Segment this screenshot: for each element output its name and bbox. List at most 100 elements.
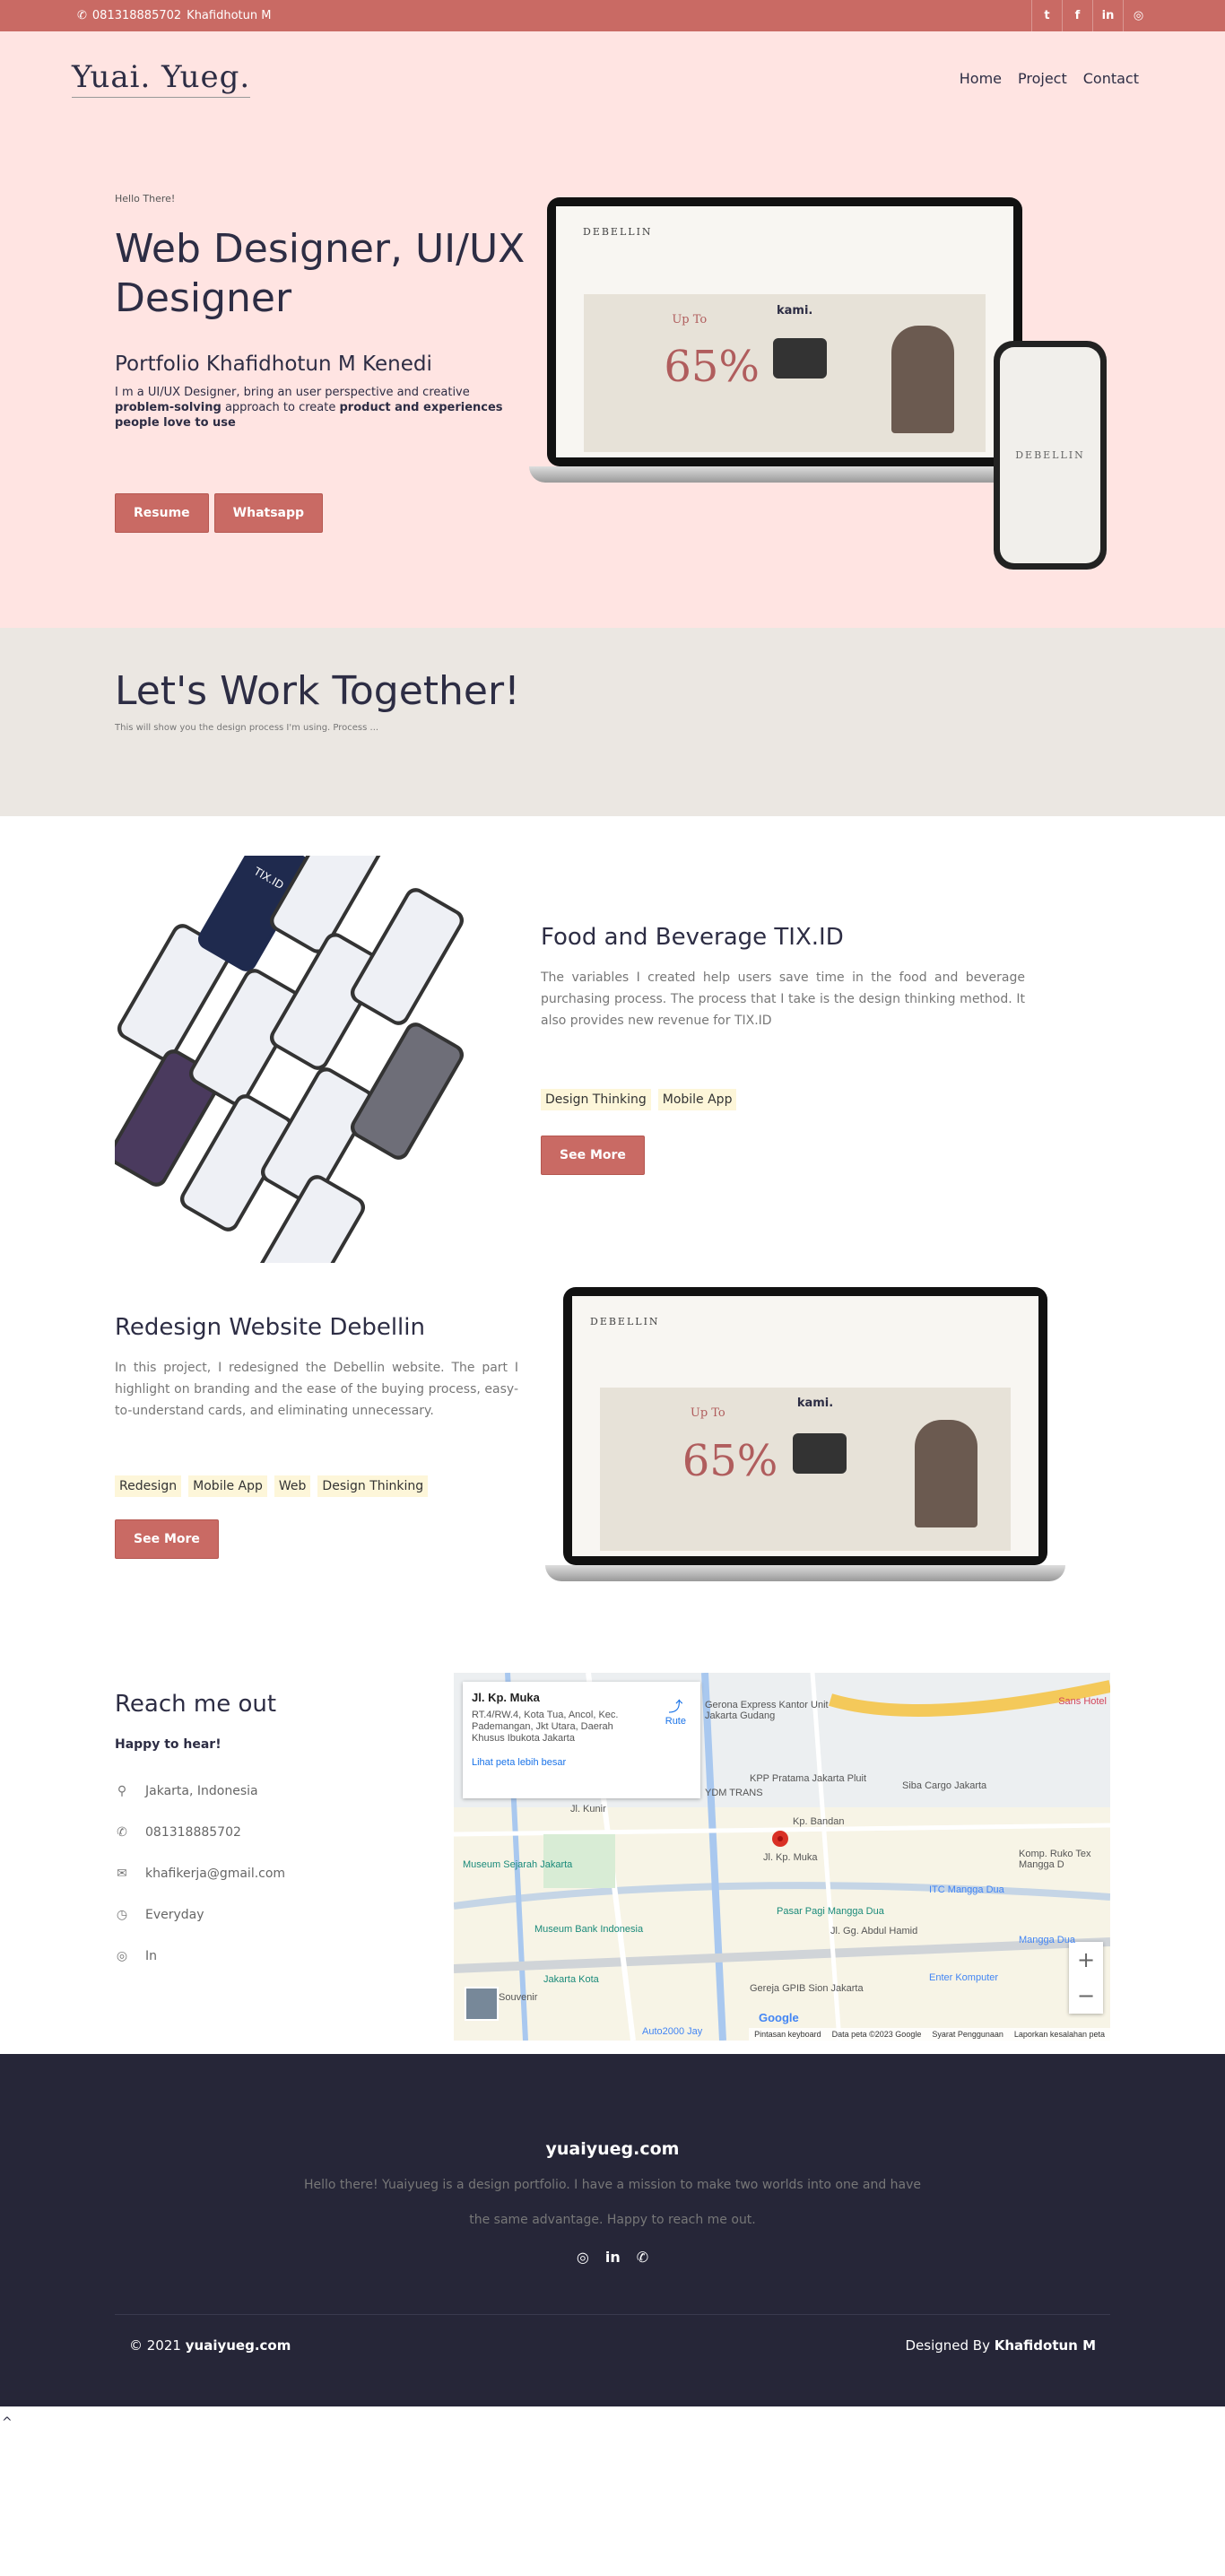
designed-prefix: Designed By (905, 2337, 990, 2354)
resume-button[interactable]: Resume (115, 493, 209, 533)
contact-text: khafikerja@gmail.com (145, 1867, 286, 1881)
map-label: Gerona Express Kantor Unit Jakarta Gudan… (705, 1700, 829, 1721)
contact-text: 081318885702 (145, 1825, 241, 1840)
hero-intro: Hello There! Web Designer, UI/UX Designe… (115, 193, 527, 533)
instagram-icon[interactable]: ◎ (577, 2249, 589, 2266)
see-more-button[interactable]: See More (115, 1519, 219, 1559)
pot-image (793, 1432, 847, 1474)
map-label: KPP Pratama Jakarta Pluit (750, 1773, 867, 1784)
whatsapp-icon[interactable]: ✆ (637, 2249, 648, 2266)
project-tix: TIX.ID Food and Beverage TIX.ID The vari… (0, 816, 1225, 1287)
hero-laptop-image: DEBELLIN Up To 65% kami. (529, 197, 1040, 483)
project-debellin: Redesign Website Debellin In this projec… (0, 1287, 1225, 1673)
map-label: Kp. Bandan (793, 1816, 845, 1827)
people-image (915, 1420, 978, 1528)
work-together-section: Let's Work Together! This will show you … (0, 628, 1225, 816)
contact-hours: ◷ Everyday (115, 1908, 384, 1922)
map-label: Museum Bank Indonesia (534, 1924, 644, 1935)
map-label: Jl. Gg. Abdul Hamid (830, 1926, 918, 1936)
page-bottom: ^ (0, 2406, 1225, 2444)
map-label: Souvenir (499, 1992, 538, 2003)
map-labels: Sans Hotel Gerona Express Kantor Unit Ja… (454, 1673, 1110, 2041)
mock-banner: Up To 65% kami. (600, 1387, 1011, 1552)
top-contact: ✆ 081318885702 Khafidhotun M (72, 9, 277, 22)
mock-brand: DEBELLIN (583, 226, 653, 238)
hero-phone-image: DEBELLIN (994, 341, 1107, 570)
contact-location: ⚲ Jakarta, Indonesia (115, 1784, 384, 1798)
nav-project[interactable]: Project (1018, 70, 1067, 87)
together-title: Let's Work Together! (115, 668, 520, 714)
hero-intro-text: I m a UI/UX Designer, bring an user pers… (115, 385, 527, 431)
map-label: Mangga Dua (1019, 1935, 1075, 1945)
contact-text: Jakarta, Indonesia (145, 1784, 258, 1798)
project-tags: Redesign Mobile App Web Design Thinking (115, 1475, 518, 1497)
whatsapp-button[interactable]: Whatsapp (213, 493, 324, 533)
phone-screen: DEBELLIN (1000, 347, 1100, 563)
phone-icon: ✆ (117, 1825, 127, 1840)
see-more-button[interactable]: See More (541, 1136, 645, 1175)
intro-part: I m a UI/UX Designer, bring an user pers… (115, 386, 470, 399)
nav-home[interactable]: Home (960, 70, 1002, 87)
debellin-info: Redesign Website Debellin In this projec… (115, 1314, 518, 1559)
laptop-screen: DEBELLIN Up To 65% kami. (547, 197, 1022, 466)
map-label: Jl. Kp. Muka (763, 1852, 818, 1863)
contact-phone: ✆ 081318885702 (115, 1825, 384, 1840)
contact-text: Everyday (145, 1908, 204, 1922)
mock-sale: 65% (682, 1436, 778, 1487)
logo[interactable]: Yuai. Yueg. (72, 59, 251, 98)
map-label: Komp. Ruko Tex Mangga D (1019, 1849, 1091, 1870)
copyright-prefix: © 2021 (129, 2337, 181, 2354)
mock-upto: Up To (690, 1406, 725, 1421)
tag: Mobile App (657, 1089, 737, 1110)
linkedin-icon[interactable]: in (605, 2249, 621, 2266)
top-phone: 081318885702 (91, 9, 182, 22)
tag: Web (274, 1475, 311, 1497)
contact-instagram: ◎ In (115, 1949, 384, 1963)
tix-phones-image: TIX.ID (115, 856, 491, 1263)
tag: Redesign (115, 1475, 182, 1497)
map-label: Pasar Pagi Mangga Dua (777, 1906, 884, 1917)
envelope-icon: ✉ (117, 1867, 127, 1881)
top-name: Khafidhotun M (187, 9, 272, 22)
project-title: Food and Beverage TIX.ID (541, 924, 844, 951)
footer: yuaiyueg.com Hello there! Yuaiyueg is a … (0, 2054, 1225, 2406)
map-label: YDM TRANS (705, 1788, 763, 1798)
project-description: The variables I created help users save … (541, 970, 1025, 1028)
mock-banner: Up To 65% kami. (583, 294, 986, 453)
project-tags: Design Thinking Mobile App (541, 1089, 1025, 1110)
instagram-icon: ◎ (116, 1949, 128, 1963)
hero-title: Web Designer, UI/UX Designer (115, 226, 526, 321)
together-subtitle: This will show you the design process I'… (115, 723, 379, 733)
map-label: ITC Mangga Dua (929, 1884, 1004, 1895)
intro-part: approach to create (224, 401, 336, 414)
footer-social: ◎ in ✆ (0, 2249, 1225, 2266)
mock-sale: 65% (664, 341, 760, 392)
project-description: In this project, I redesigned the Debell… (115, 1361, 518, 1418)
laptop-base (545, 1565, 1065, 1581)
laptop-base (529, 466, 1040, 483)
footer-bottom-row: © 2021 yuaiyueg.com Designed By Khafidot… (115, 2314, 1110, 2354)
intro-bold: problem-solving (115, 401, 222, 414)
tag: Design Thinking (541, 1089, 651, 1110)
tix-info: Food and Beverage TIX.ID The variables I… (541, 924, 1025, 1175)
people-image (891, 326, 954, 434)
copyright-site[interactable]: yuaiyueg.com (186, 2337, 291, 2354)
mock-upto: Up To (672, 313, 708, 327)
map-label: Jl. Kunir (570, 1804, 606, 1815)
laptop-screen-content: DEBELLIN Up To 65% kami. (556, 206, 1013, 457)
map-label: Enter Komputer (929, 1972, 999, 1983)
back-to-top-icon[interactable]: ^ (2, 2415, 13, 2430)
map-label: Museum Sejarah Jakarta (463, 1859, 573, 1870)
hero-greeting: Hello There! (115, 193, 176, 205)
map-label: Siba Cargo Jakarta (902, 1780, 987, 1791)
designer-name: Khafidotun M (994, 2337, 1096, 2354)
navbar: Yuai. Yueg. Home Project Contact (0, 24, 1225, 132)
tag: Design Thinking (317, 1475, 429, 1497)
contact-info: Reach me out Happy to hear! ⚲ Jakarta, In… (115, 1691, 384, 1963)
mock-kami: kami. (796, 1397, 834, 1411)
google-map[interactable]: Jl. Kp. Muka RT.4/RW.4, Kota Tua, Ancol,… (454, 1673, 1110, 2041)
laptop-screen: DEBELLIN Up To 65% kami. (563, 1287, 1047, 1565)
nav-contact[interactable]: Contact (1083, 70, 1139, 87)
contact-text: In (145, 1949, 158, 1963)
map-label: Gereja GPIB Sion Jakarta (750, 1983, 864, 1994)
